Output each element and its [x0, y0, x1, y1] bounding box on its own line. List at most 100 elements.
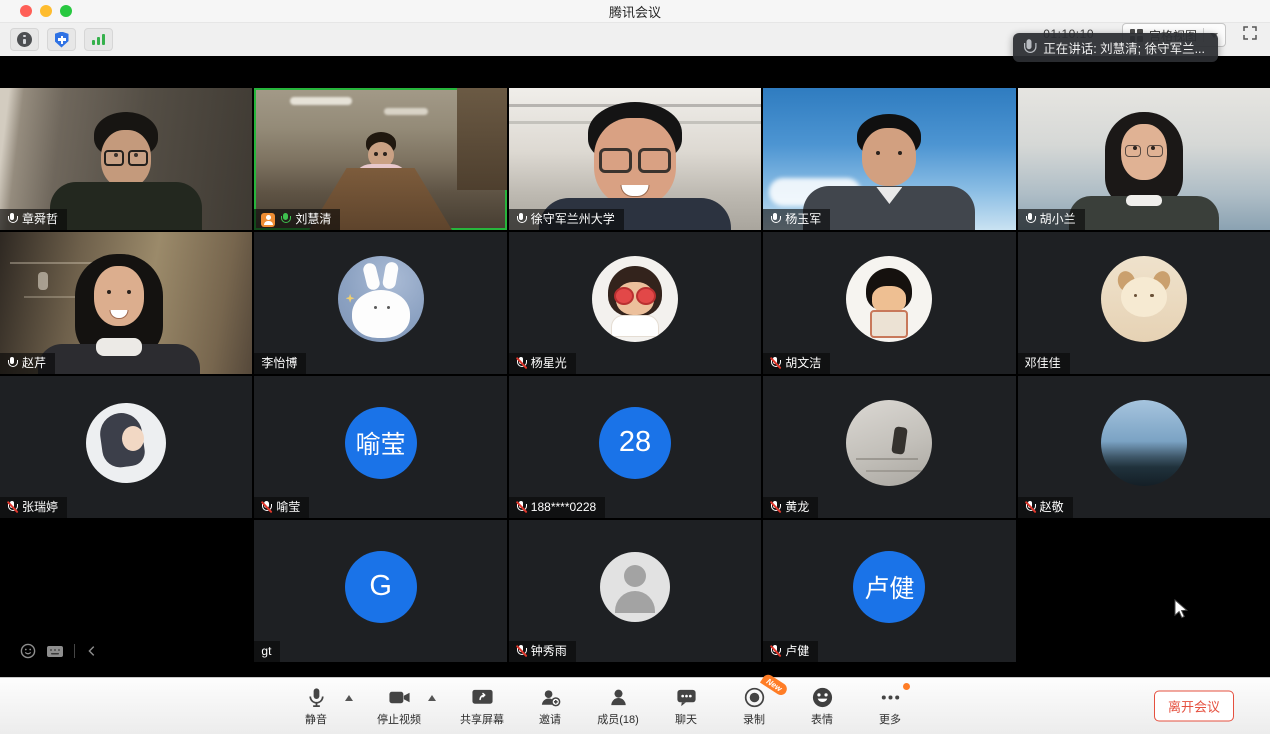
avatar-initials-text: 喻莹 — [356, 425, 406, 461]
participant-tile-5[interactable]: 赵芹 — [0, 232, 252, 374]
body-shape — [870, 310, 908, 338]
keyboard-quick-icon[interactable] — [46, 643, 64, 659]
rabbit-ear-shape — [381, 261, 398, 290]
participant-name: 张瑞婷 — [22, 500, 58, 515]
rabbit-body-shape — [352, 290, 410, 338]
record-button[interactable]: New 录制 — [732, 686, 776, 727]
close-window-button[interactable] — [20, 5, 32, 17]
participant-name: 赵芹 — [22, 356, 46, 371]
invite-label: 邀请 — [539, 711, 561, 727]
record-label: 录制 — [743, 711, 765, 727]
ceiling-light-shape — [290, 97, 352, 105]
info-icon — [17, 32, 32, 47]
mic-muted-icon — [770, 357, 780, 371]
mute-button[interactable]: 静音 — [294, 686, 338, 727]
emoji-button[interactable]: 表情 — [800, 686, 844, 727]
chat-button[interactable]: 聊天 — [664, 686, 708, 727]
participant-name: 钟秀雨 — [531, 644, 567, 659]
face-shape — [122, 426, 144, 451]
participant-tile-16[interactable]: G gt — [254, 520, 506, 662]
participant-name: 刘慧清 — [295, 212, 331, 227]
participant-tile-17[interactable]: 钟秀雨 — [509, 520, 761, 662]
face-shape — [862, 128, 916, 186]
floating-quick-tools — [20, 643, 99, 659]
participant-name: 赵敬 — [1040, 500, 1064, 515]
avatar-initials: 喻莹 — [345, 407, 417, 479]
emoji-label: 表情 — [811, 711, 833, 727]
participant-name-tag: 胡文洁 — [763, 353, 830, 374]
minimize-window-button[interactable] — [40, 5, 52, 17]
participant-tile-10[interactable]: 张瑞婷 — [0, 376, 252, 518]
more-button[interactable]: 更多 — [868, 686, 912, 727]
participant-tile-9[interactable]: 邓佳佳 — [1018, 232, 1270, 374]
chevron-left-icon[interactable] — [85, 644, 99, 658]
avatar-cartoon-girl — [846, 256, 932, 342]
participant-tile-7[interactable]: 杨星光 — [509, 232, 761, 374]
stair-shape — [856, 458, 918, 460]
mic-muted-icon — [516, 501, 526, 515]
participant-tile-18[interactable]: 卢健 卢健 — [763, 520, 1015, 662]
camera-icon — [388, 686, 411, 709]
stop-video-label: 停止视频 — [377, 711, 421, 727]
invite-icon — [539, 686, 562, 709]
zoom-window-button[interactable] — [60, 5, 72, 17]
participant-tile-12[interactable]: 28 188****0228 — [509, 376, 761, 518]
host-badge-icon — [261, 213, 275, 227]
participant-name: 邓佳佳 — [1025, 356, 1061, 371]
share-screen-button[interactable]: 共享屏幕 — [460, 686, 504, 727]
participant-tile-1[interactable]: 刘慧清 — [254, 88, 506, 230]
participant-name-tag: 188****0228 — [509, 497, 605, 518]
security-button[interactable] — [47, 28, 76, 51]
participant-tile-14[interactable]: 赵敬 — [1018, 376, 1270, 518]
invite-button[interactable]: 邀请 — [528, 686, 572, 727]
avatar-photo — [846, 400, 932, 486]
participant-tile-11[interactable]: 喻莹 喻莹 — [254, 376, 506, 518]
participant-name-tag: 徐守军兰州大学 — [509, 209, 624, 230]
participant-name-tag: gt — [254, 641, 280, 662]
members-button[interactable]: 成员(18) — [596, 686, 640, 727]
participant-name: 188****0228 — [531, 500, 596, 515]
participant-tile-6[interactable]: 李怡博 — [254, 232, 506, 374]
active-speaker-text: 正在讲话: 刘慧清; 徐守军兰... — [1043, 38, 1205, 57]
puppy-face-shape — [1121, 277, 1167, 317]
participant-tile-4[interactable]: 胡小兰 — [1018, 88, 1270, 230]
mic-options-arrow[interactable] — [345, 695, 353, 701]
participant-tile-2[interactable]: 徐守军兰州大学 — [509, 88, 761, 230]
star-shape — [346, 294, 355, 303]
chat-icon — [675, 686, 698, 709]
participant-name-tag: 胡小兰 — [1018, 209, 1085, 230]
body-shape — [611, 315, 659, 337]
participant-name: 喻莹 — [276, 500, 300, 515]
traffic-lights — [20, 5, 72, 17]
video-options-arrow[interactable] — [428, 695, 436, 701]
participant-tile-13[interactable]: 黄龙 — [763, 376, 1015, 518]
window-titlebar: 腾讯会议 — [0, 0, 1270, 23]
rabbit-eye-shape — [387, 306, 390, 309]
leave-meeting-button[interactable]: 离开会议 — [1154, 691, 1234, 722]
participant-name-tag: 刘慧清 — [254, 209, 340, 230]
collar-shape — [1126, 195, 1162, 206]
mic-on-icon — [770, 213, 780, 227]
participant-name-tag: 黄龙 — [763, 497, 818, 518]
mute-label: 静音 — [305, 711, 327, 727]
meeting-info-button[interactable] — [10, 28, 39, 51]
participant-name: 卢健 — [785, 644, 809, 659]
empty-tile — [1018, 520, 1270, 662]
participant-tile-3[interactable]: 杨玉军 — [763, 88, 1015, 230]
notification-dot — [903, 683, 910, 690]
participant-tile-8[interactable]: 胡文洁 — [763, 232, 1015, 374]
share-screen-icon — [471, 686, 494, 709]
fullscreen-button[interactable] — [1242, 25, 1258, 41]
mic-muted-icon — [261, 501, 271, 515]
participant-tile-0[interactable]: 章舜哲 — [0, 88, 252, 230]
mic-icon — [1023, 39, 1036, 57]
participant-name-tag: 章舜哲 — [0, 209, 67, 230]
network-status-button[interactable] — [84, 28, 113, 51]
puppy-eye-shape — [1134, 294, 1138, 298]
mouse-cursor — [1174, 599, 1191, 620]
emoji-quick-icon[interactable] — [20, 643, 36, 659]
window-title: 腾讯会议 — [609, 2, 661, 21]
stop-video-button[interactable]: 停止视频 — [377, 686, 421, 727]
participant-name-tag: 喻莹 — [254, 497, 309, 518]
fullscreen-icon — [1242, 25, 1258, 41]
